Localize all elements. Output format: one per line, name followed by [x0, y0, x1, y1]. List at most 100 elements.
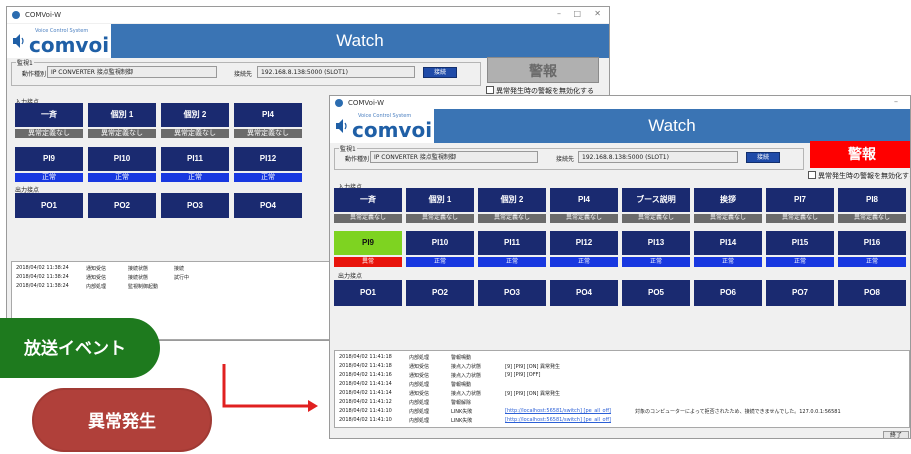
monitor-legend: 監視1	[16, 58, 34, 67]
log-cell: 通知受信	[86, 266, 107, 272]
arrow-icon	[222, 364, 318, 412]
log-cell: 警報鳴動	[451, 355, 472, 361]
input-status-label: 異常定義なし	[478, 214, 546, 223]
input-point-button[interactable]: PI12	[550, 231, 618, 255]
input-status-label: 異常	[334, 257, 402, 267]
input-point-button[interactable]: 個別 2	[161, 103, 229, 127]
broadcast-event-callout: 放送イベント	[0, 318, 160, 378]
log-cell: 通知受信	[409, 364, 430, 370]
connect-button[interactable]: 接続	[746, 152, 780, 163]
log-cell: 内部処理	[409, 418, 430, 424]
input-point-button[interactable]: 挨拶	[694, 188, 762, 212]
output-point-button[interactable]: PO2	[88, 193, 156, 218]
log-row: 2018/04/02 11:41:14 通知受信 接点入力状態 [9] [PI9] […	[339, 390, 909, 399]
output-point-button[interactable]: PO1	[334, 280, 402, 306]
connect-field[interactable]: 192.168.8.138:5000 (SLOT1)	[578, 151, 738, 163]
log-row: 2018/04/02 11:41:12 内部処理 警報解除	[339, 399, 909, 408]
output-point-button[interactable]: PO6	[694, 280, 762, 306]
input-point-button[interactable]: PI10	[88, 147, 156, 171]
input-point-button[interactable]: PI11	[161, 147, 229, 171]
input-status-label: 異常定義なし	[622, 214, 690, 223]
log-cell: 2018/04/02 11:38:24	[16, 274, 69, 280]
minimize-button[interactable]: –	[557, 9, 561, 18]
close-button[interactable]: ✕	[594, 9, 601, 18]
input-point-button[interactable]: PI10	[406, 231, 474, 255]
log-cell: 通知受信	[409, 391, 430, 397]
app-header: Voice Control System comvoi Watch	[7, 24, 609, 58]
output-point-button[interactable]: PO1	[15, 193, 83, 218]
log-cell: 2018/04/02 11:41:14	[339, 381, 392, 387]
input-point-button[interactable]: PI7	[766, 188, 834, 212]
input-status-label: 異常定義なし	[15, 129, 83, 138]
input-status-label: 正常	[15, 173, 83, 182]
input-point-button[interactable]: PI13	[622, 231, 690, 255]
app-icon	[335, 99, 343, 107]
input-status-label: 正常	[694, 257, 762, 267]
output-point-button[interactable]: PO7	[766, 280, 834, 306]
output-point-button[interactable]: PO4	[234, 193, 302, 218]
checkbox-box[interactable]	[808, 171, 816, 179]
input-point-button[interactable]: 一斉	[15, 103, 83, 127]
front-window: COMVoi-W – Voice Control System comvoi W…	[329, 95, 911, 439]
input-status-label: 正常	[88, 173, 156, 182]
output-point-button[interactable]: PO4	[550, 280, 618, 306]
output-point-button[interactable]: PO3	[478, 280, 546, 306]
page-title: Watch	[648, 116, 696, 135]
input-status-label: 異常定義なし	[766, 214, 834, 223]
connect-button[interactable]: 接続	[423, 67, 457, 78]
input-status-label: 異常定義なし	[550, 214, 618, 223]
input-point-button[interactable]: PI9	[15, 147, 83, 171]
input-point-button[interactable]: 個別 1	[406, 188, 474, 212]
log-row: 2018/04/02 11:38:24 内部処理 監視制御起動	[16, 283, 330, 292]
log-row: 2018/04/02 11:41:16 通知受信 接点入力状態 [9] [PI9] […	[339, 372, 909, 381]
log-cell: 2018/04/02 11:41:16	[339, 372, 392, 378]
log-cell: 警報解除	[451, 400, 472, 406]
input-status-label: 正常	[161, 173, 229, 182]
log-cell: 2018/04/02 11:38:24	[16, 265, 69, 271]
log-row: 2018/04/02 11:41:18 通知受信 接点入力状態 [9] [PI9] […	[339, 363, 909, 372]
input-status-label: 正常	[766, 257, 834, 267]
input-point-button[interactable]: 一斉	[334, 188, 402, 212]
input-point-button[interactable]: PI11	[478, 231, 546, 255]
log-row: 2018/04/02 11:41:10 内部処理 LINK失敗 [http://loc…	[339, 408, 909, 417]
input-point-button[interactable]: ブース説明	[622, 188, 690, 212]
window-title: COMVoi-W	[25, 11, 62, 19]
input-point-button[interactable]: PI12	[234, 147, 302, 171]
output-point-button[interactable]: PO5	[622, 280, 690, 306]
output-point-button[interactable]: PO8	[838, 280, 906, 306]
input-point-button[interactable]: PI4	[234, 103, 302, 127]
log-row: 2018/04/02 11:38:24 通知受信 接続状態 接続	[16, 265, 330, 274]
output-point-button[interactable]: PO3	[161, 193, 229, 218]
log-cell: 2018/04/02 11:41:10	[339, 417, 392, 423]
input-point-button[interactable]: 個別 1	[88, 103, 156, 127]
app-header: Voice Control System comvoi Watch	[330, 109, 910, 143]
log-cell: LINK失敗	[451, 418, 473, 424]
log-cell: [http://localhost:56581/switch] [pe_all_…	[505, 417, 611, 423]
end-button[interactable]: 終了	[883, 431, 909, 438]
output-point-button[interactable]: PO2	[406, 280, 474, 306]
alarm-indicator: 警報	[487, 57, 599, 83]
log-row: 2018/04/02 11:41:14 内部処理 警報鳴動	[339, 381, 909, 390]
op-type-label: 動作種別	[345, 156, 370, 163]
speaker-icon	[13, 34, 24, 48]
disable-alarm-checkbox[interactable]: 異常発生時の警報を無効化する	[808, 171, 910, 181]
input-point-button[interactable]: PI8	[838, 188, 906, 212]
comvoi-logo: Voice Control System comvoi	[7, 24, 111, 58]
input-point-button[interactable]: 個別 2	[478, 188, 546, 212]
input-point-button[interactable]: PI15	[766, 231, 834, 255]
log-cell: 2018/04/02 11:41:12	[339, 399, 392, 405]
front-titlebar: COMVoi-W –	[330, 96, 910, 109]
checkbox-box[interactable]	[486, 86, 494, 94]
page-title: Watch	[336, 31, 384, 50]
input-point-button[interactable]: PI4	[550, 188, 618, 212]
connect-label: 接続先	[556, 156, 575, 163]
minimize-button[interactable]: –	[894, 97, 898, 106]
input-point-button[interactable]: PI14	[694, 231, 762, 255]
maximize-button[interactable]: □	[573, 9, 581, 18]
input-point-button[interactable]: PI16	[838, 231, 906, 255]
window-title: COMVoi-W	[348, 98, 385, 107]
log-cell: 接点入力状態	[451, 364, 482, 370]
connect-field[interactable]: 192.168.8.138:5000 (SLOT1)	[257, 66, 415, 78]
brand-wordmark: comvoi	[29, 33, 110, 57]
input-point-button[interactable]: PI9	[334, 231, 402, 255]
